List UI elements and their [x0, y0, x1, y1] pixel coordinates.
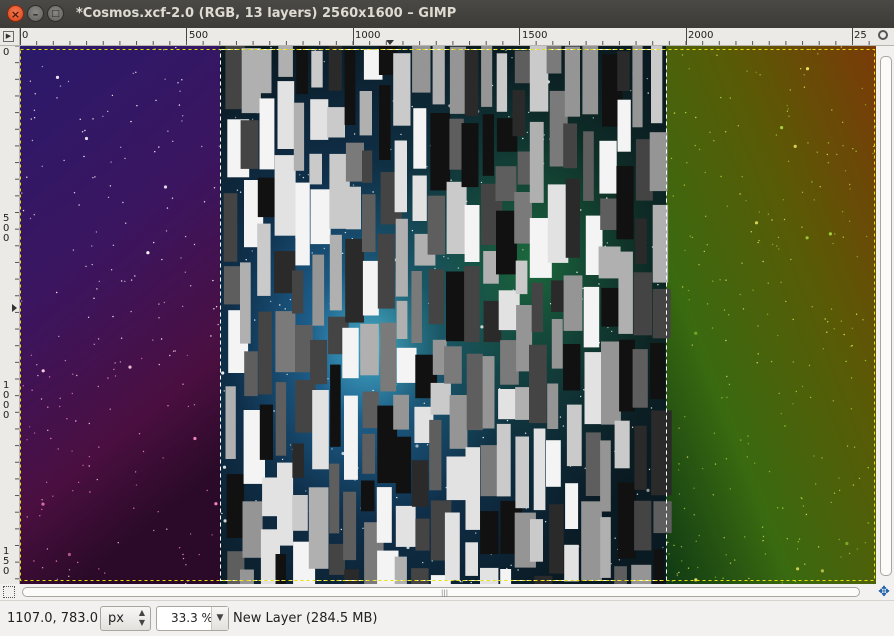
- horizontal-scrollbar-row: ||| ✥: [0, 584, 894, 600]
- zoom-value[interactable]: 33.3 %: [171, 611, 213, 625]
- chevron-down-icon[interactable]: ▼: [211, 607, 228, 630]
- window-title: *Cosmos.xcf-2.0 (RGB, 13 layers) 2560x16…: [76, 6, 457, 21]
- vertical-scroll-thumb[interactable]: [880, 56, 892, 576]
- close-window-button[interactable]: ×: [7, 5, 24, 22]
- quick-mask-icon[interactable]: [3, 586, 15, 598]
- vertical-ruler[interactable]: 0 5 0 0 1 0 0 0 1 5 0: [0, 46, 20, 584]
- pointer-marker-icon: [386, 40, 394, 45]
- vertical-scrollbar[interactable]: [876, 46, 894, 584]
- pointer-marker-icon: [12, 304, 17, 312]
- grip-icon: |||: [441, 589, 449, 597]
- ruler-label: 1 5 0: [3, 546, 10, 577]
- spin-arrows-icon: ▲ ▼: [138, 608, 145, 627]
- zoom-image-button[interactable]: [874, 28, 894, 46]
- ruler-ticks: [12, 46, 19, 580]
- status-bar: 1107.0, 783.0 px ▲ ▼ 33.3 % ▼ New Layer (…: [0, 600, 894, 636]
- unit-value: px: [108, 611, 124, 626]
- ruler-ticks: [20, 40, 870, 45]
- maximize-window-button[interactable]: □: [47, 5, 64, 22]
- zoom-icon: [878, 30, 888, 40]
- image-menu-icon: ▶: [3, 31, 14, 42]
- image-menu-button[interactable]: ▶: [0, 28, 20, 46]
- unit-selector[interactable]: px ▲ ▼: [100, 606, 151, 631]
- horizontal-scroll-thumb[interactable]: |||: [22, 587, 860, 597]
- gimp-image-window: × – □ *Cosmos.xcf-2.0 (RGB, 13 layers) 2…: [0, 0, 894, 636]
- title-bar: × – □ *Cosmos.xcf-2.0 (RGB, 13 layers) 2…: [0, 0, 894, 29]
- ruler-label: 0: [3, 47, 10, 58]
- layer-info: New Layer (284.5 MB): [233, 611, 378, 626]
- minimize-window-button[interactable]: –: [27, 5, 44, 22]
- pointer-coordinates: 1107.0, 783.0: [7, 611, 98, 626]
- horizontal-ruler[interactable]: 0 500 1000 1500 2000 25: [20, 28, 874, 46]
- cosmos-image: [20, 46, 876, 584]
- ruler-label: 5 0 0: [3, 213, 10, 244]
- zoom-combo[interactable]: 33.3 % ▼: [156, 606, 229, 631]
- ruler-label: 1 0 0 0: [3, 380, 10, 421]
- image-canvas[interactable]: [20, 46, 876, 584]
- navigate-icon[interactable]: ✥: [876, 585, 892, 599]
